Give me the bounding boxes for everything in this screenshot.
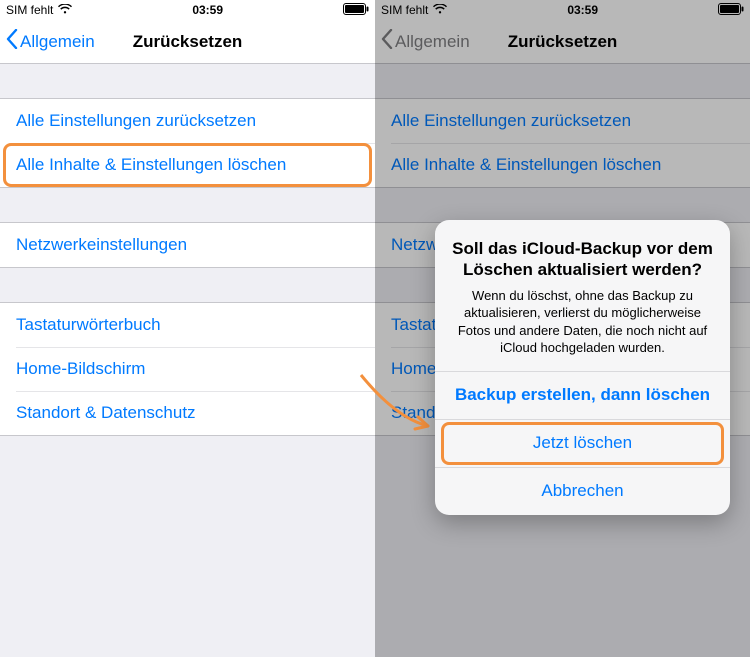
row-label: Netzwerkeinstellungen [16,235,187,255]
battery-icon [718,3,744,18]
row-label: Alle Inhalte & Einstellungen löschen [391,155,661,175]
erase-all-content-row[interactable]: Alle Inhalte & Einstellungen löschen [0,143,375,187]
wifi-icon [433,3,447,17]
reset-all-settings-row[interactable]: Alle Einstellungen zurücksetzen [375,99,750,143]
screen-left: SIM fehlt 03:59 Allgemein Zurücksetzen A… [0,0,375,657]
row-label: Alle Einstellungen zurücksetzen [16,111,256,131]
row-label: Home-Bildschirm [16,359,145,379]
icloud-backup-modal: Soll das iCloud-Backup vor dem Löschen a… [435,220,730,515]
settings-group-1: Alle Einstellungen zurücksetzen Alle Inh… [0,98,375,188]
screen-right: SIM fehlt 03:59 Allgemein Zurücksetzen A… [375,0,750,657]
chevron-left-icon [381,29,393,54]
row-label: Tastaturwörterbuch [16,315,161,335]
carrier-text: SIM fehlt [6,3,53,17]
reset-all-settings-row[interactable]: Alle Einstellungen zurücksetzen [0,99,375,143]
back-button[interactable]: Allgemein [375,29,470,54]
wifi-icon [58,3,72,17]
network-settings-row[interactable]: Netzwerkeinstellungen [0,223,375,267]
chevron-left-icon [6,29,18,54]
status-bar: SIM fehlt 03:59 [0,0,375,20]
clock-text: 03:59 [567,3,598,17]
backup-then-erase-button[interactable]: Backup erstellen, dann löschen [435,371,730,419]
row-label: Alle Inhalte & Einstellungen löschen [16,155,286,175]
back-label: Allgemein [395,32,470,52]
back-button[interactable]: Allgemein [0,29,95,54]
modal-title: Soll das iCloud-Backup vor dem Löschen a… [449,238,716,281]
nav-bar: Allgemein Zurücksetzen [375,20,750,64]
keyboard-dictionary-row[interactable]: Tastaturwörterbuch [0,303,375,347]
nav-bar: Allgemein Zurücksetzen [0,20,375,64]
back-label: Allgemein [20,32,95,52]
modal-header: Soll das iCloud-Backup vor dem Löschen a… [435,220,730,371]
row-label: Standort & Datenschutz [16,403,196,423]
button-label: Jetzt löschen [533,433,632,453]
erase-all-content-row[interactable]: Alle Inhalte & Einstellungen löschen [375,143,750,187]
button-label: Backup erstellen, dann löschen [455,385,710,405]
settings-group-1: Alle Einstellungen zurücksetzen Alle Inh… [375,98,750,188]
button-label: Abbrechen [541,481,623,501]
page-title: Zurücksetzen [133,32,243,52]
home-screen-row[interactable]: Home-Bildschirm [0,347,375,391]
row-label: Alle Einstellungen zurücksetzen [391,111,631,131]
settings-group-2: Netzwerkeinstellungen [0,222,375,268]
modal-message: Wenn du löschst, ohne das Backup zu aktu… [449,287,716,357]
cancel-button[interactable]: Abbrechen [435,467,730,515]
carrier-text: SIM fehlt [381,3,428,17]
location-privacy-row[interactable]: Standort & Datenschutz [0,391,375,435]
erase-now-button[interactable]: Jetzt löschen [435,419,730,467]
settings-group-3: Tastaturwörterbuch Home-Bildschirm Stand… [0,302,375,436]
battery-icon [343,3,369,18]
status-bar: SIM fehlt 03:59 [375,0,750,20]
clock-text: 03:59 [192,3,223,17]
page-title: Zurücksetzen [508,32,618,52]
